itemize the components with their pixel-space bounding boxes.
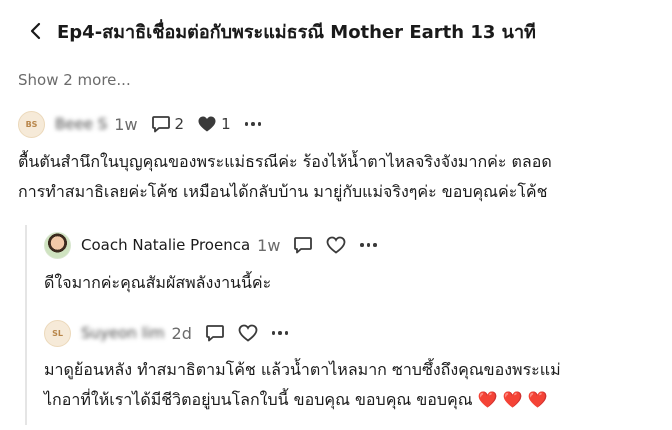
reply-button[interactable] [293, 236, 313, 254]
thread-divider [25, 225, 27, 425]
page-title: Ep4-สมาธิเชื่อมต่อกับพระแม่ธรณี Mother E… [57, 22, 536, 43]
avatar[interactable]: BS [18, 110, 45, 138]
heart-icon [198, 116, 216, 132]
heart-icon [238, 324, 258, 342]
comment-bubble-icon [294, 237, 313, 254]
reply-button[interactable] [205, 324, 225, 342]
reply-author[interactable]: Suyeon lim [81, 324, 165, 342]
reply-line: มาดูย้อนหลัง ทำสมาธิตามโค้ช แล้วน้ำตาไหล… [44, 360, 561, 379]
avatar[interactable]: SL [44, 319, 71, 347]
comment-author[interactable]: Beee S [55, 115, 107, 133]
like-button[interactable] [326, 236, 346, 254]
chevron-left-icon [30, 22, 41, 40]
comment-bubble-icon [151, 116, 170, 133]
comment-line: การทำสมาธิเลยค่ะโค้ช เหมือนได้กลับบ้าน ม… [18, 182, 548, 201]
comment-line: ตื้นตันสำนึกในบุญคุณของพระแม่ธรณีค่ะ ร้อ… [18, 152, 552, 171]
show-more-link[interactable]: Show 2 more... [18, 71, 131, 89]
more-dots-icon[interactable] [271, 323, 289, 343]
comment-body: ตื้นตันสำนึกในบุญคุณของพระแม่ธรณีค่ะ ร้อ… [18, 147, 552, 207]
comment-meta-row: BS Beee S 1w 2 1 [18, 109, 262, 139]
reply-time: 2d [171, 323, 192, 343]
heart-icon [327, 236, 346, 254]
comment-bubble-icon [205, 325, 224, 342]
comment-time: 1w [114, 114, 138, 134]
back-button[interactable] [24, 19, 48, 43]
reply-body: ดีใจมากค่ะคุณสัมผัสพลังงานนี้ค่ะ [44, 268, 271, 298]
like-count: 1 [221, 115, 231, 133]
like-button[interactable] [238, 324, 258, 342]
more-dots-icon[interactable] [244, 114, 262, 134]
reply-count: 2 [174, 115, 185, 133]
reply-line: ไกอาที่ให้เราได้มีชีวิตอยู่บนโลกใบนี้ ขอ… [44, 390, 548, 409]
header-bar: Ep4-สมาธิเชื่อมต่อกับพระแม่ธรณี Mother E… [0, 0, 672, 62]
avatar[interactable] [44, 231, 71, 259]
reply-body: มาดูย้อนหลัง ทำสมาธิตามโค้ช แล้วน้ำตาไหล… [44, 355, 561, 415]
reply-meta-row: SL Suyeon lim 2d [44, 318, 289, 348]
reply-time: 1w [257, 235, 281, 255]
reply-meta-row: Coach Natalie Proenca 1w [44, 230, 377, 260]
reply-line: ดีใจมากค่ะคุณสัมผัสพลังงานนี้ค่ะ [44, 273, 272, 292]
reply-button[interactable]: 2 [151, 115, 185, 133]
more-dots-icon[interactable] [360, 235, 377, 255]
like-button[interactable]: 1 [197, 115, 231, 133]
reply-author[interactable]: Coach Natalie Proenca [81, 236, 250, 254]
